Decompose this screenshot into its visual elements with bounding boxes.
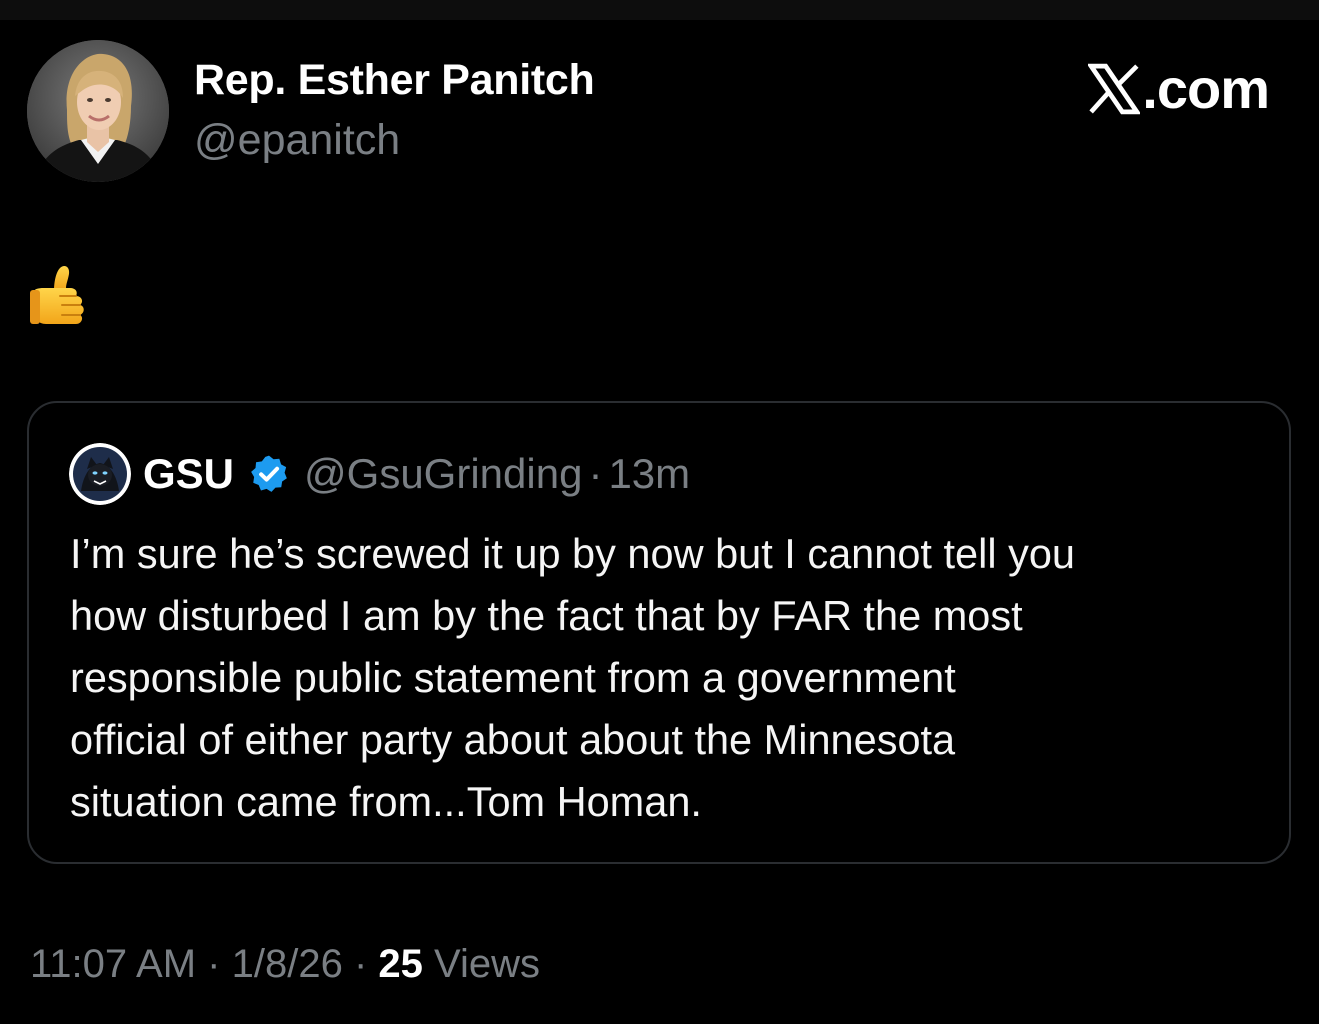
- site-logo: .com: [1088, 57, 1270, 120]
- quoted-post-card[interactable]: GSU @GsuGrinding · 13m I’m sure he’s scr…: [27, 401, 1291, 864]
- separator-dot: ·: [207, 942, 221, 986]
- site-logo-text: .com: [1142, 57, 1270, 120]
- author-handle[interactable]: @epanitch: [194, 116, 400, 165]
- quoted-post-text: I’m sure he’s screwed it up by now but I…: [70, 530, 1075, 825]
- top-strip: [0, 0, 1319, 20]
- author-display-name[interactable]: Rep. Esther Panitch: [194, 56, 595, 105]
- verified-badge-icon: [251, 455, 287, 492]
- post-meta: 11:07 AM · 1/8/26 · 25 Views: [30, 942, 540, 987]
- quoted-author-name[interactable]: GSU: [143, 450, 234, 498]
- post-time[interactable]: 11:07 AM: [30, 942, 196, 986]
- post-date[interactable]: 1/8/26: [232, 942, 343, 986]
- quoted-author-handle[interactable]: @GsuGrinding: [304, 450, 582, 498]
- views-label: Views: [434, 942, 541, 986]
- panther-logo-icon: [69, 443, 131, 505]
- thumbs-up-emoji-icon: [30, 266, 84, 324]
- quoted-author-avatar[interactable]: [69, 443, 131, 505]
- views-count[interactable]: 25: [378, 942, 423, 986]
- profile-photo-icon: [27, 40, 169, 182]
- separator-dot: ·: [353, 942, 368, 986]
- quoted-post-header: GSU @GsuGrinding · 13m: [69, 443, 690, 505]
- x-logo-icon: [1088, 63, 1141, 115]
- separator-dot: ·: [588, 450, 603, 497]
- quoted-post-time[interactable]: 13m: [608, 450, 690, 498]
- author-avatar[interactable]: [27, 40, 169, 182]
